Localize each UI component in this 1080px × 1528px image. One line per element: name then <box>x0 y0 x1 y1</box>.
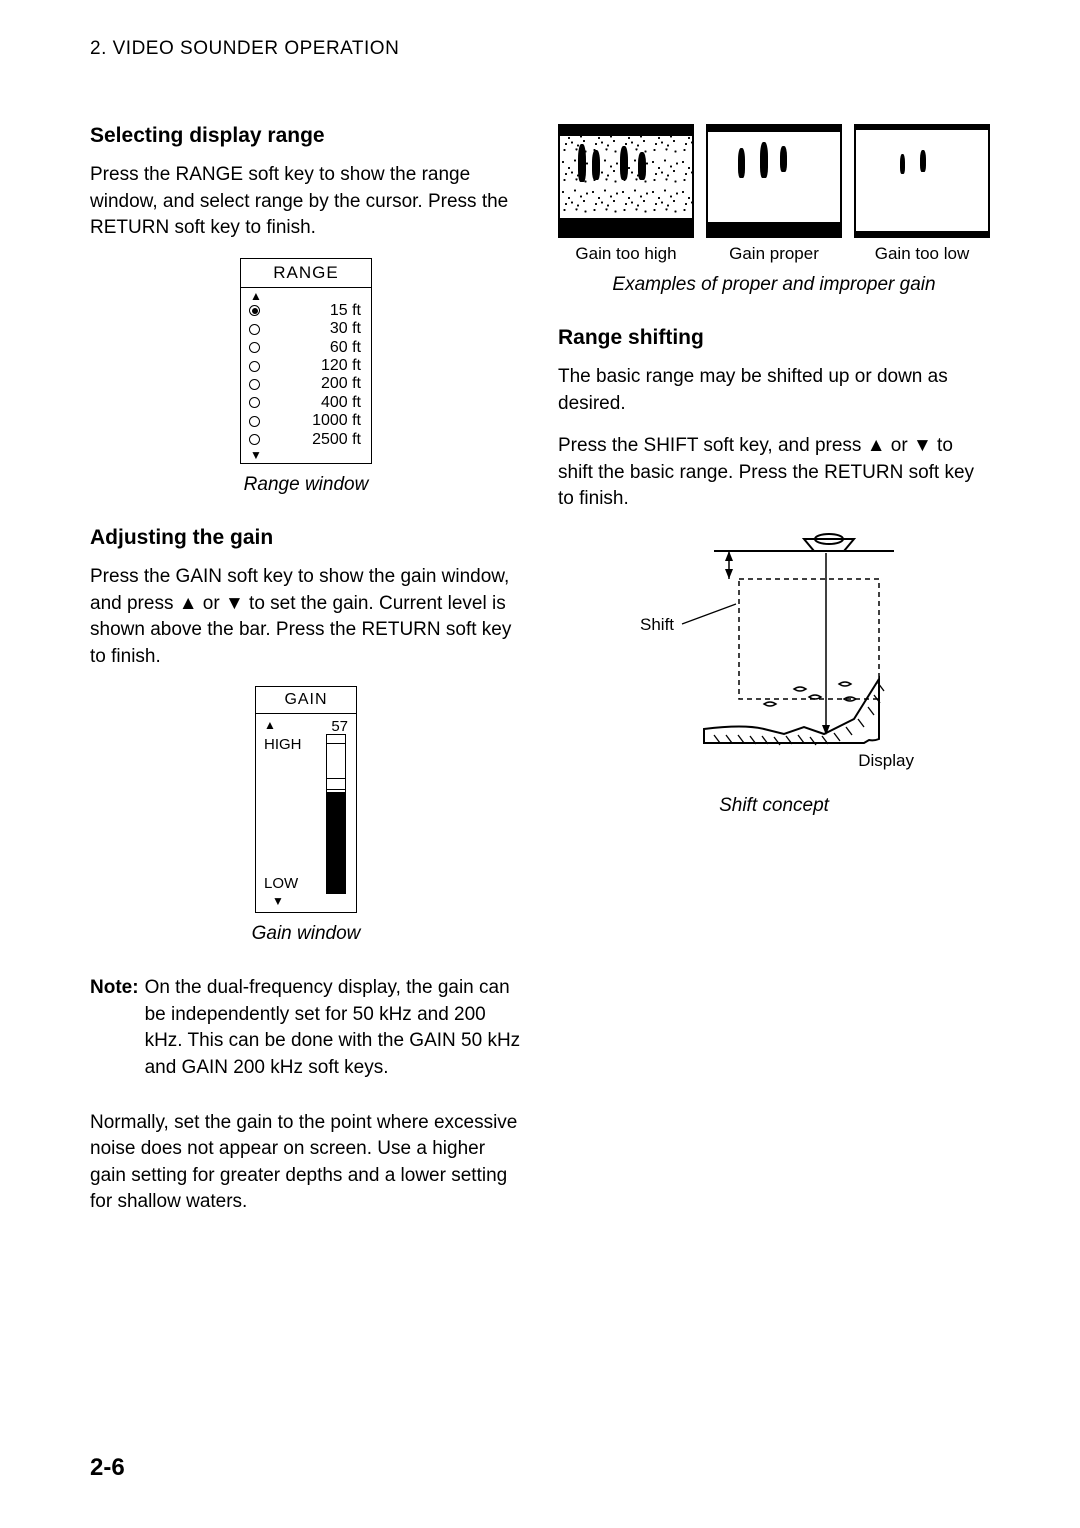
down-triangle-icon: ▼ <box>249 449 363 461</box>
shift-label: Shift <box>640 615 674 635</box>
gain-bar <box>326 736 346 894</box>
range-option: 60 ft <box>249 339 363 357</box>
radio-icon <box>249 361 260 372</box>
range-window-title: RANGE <box>241 259 371 288</box>
radio-icon <box>249 397 260 408</box>
para-shift-desc: The basic range may be shifted up or dow… <box>558 364 990 417</box>
caption-gain-window: Gain window <box>90 923 522 945</box>
radio-icon <box>249 416 260 427</box>
page-number: 2-6 <box>90 1454 125 1482</box>
range-value: 120 ft <box>265 357 363 375</box>
para-range-instructions: Press the RANGE soft key to show the ran… <box>90 162 522 242</box>
range-option: 30 ft <box>249 320 363 338</box>
gain-marker <box>326 734 346 744</box>
example-gain-proper <box>706 124 842 238</box>
gain-low-label: LOW <box>264 875 298 892</box>
gain-examples-row: Gain too high Gain proper <box>558 124 990 264</box>
range-value: 2500 ft <box>265 431 363 449</box>
gain-high-label: HIGH <box>264 736 302 753</box>
range-value: 1000 ft <box>265 412 363 430</box>
example-gain-too-high <box>558 124 694 238</box>
radio-icon <box>249 434 260 445</box>
down-triangle-icon: ▼ <box>272 894 284 908</box>
gain-window: GAIN ▲ 57 HIGH LOW ▼ <box>255 686 357 913</box>
range-option: 2500 ft <box>249 431 363 449</box>
range-value: 400 ft <box>265 394 363 412</box>
radio-icon <box>249 342 260 353</box>
para-shift-instructions: Press the SHIFT soft key, and press ▲ or… <box>558 433 990 513</box>
heading-adjusting-gain: Adjusting the gain <box>90 526 522 550</box>
shift-concept-diagram: Shift Display <box>644 529 904 789</box>
note-block: Note: On the dual-frequency display, the… <box>90 975 522 1081</box>
note-label: Note: <box>90 975 139 1081</box>
example-gain-too-low <box>854 124 990 238</box>
heading-selecting-range: Selecting display range <box>90 124 522 148</box>
right-column: Gain too high Gain proper <box>558 124 990 1232</box>
example-label-proper: Gain proper <box>706 244 842 264</box>
caption-range-window: Range window <box>90 474 522 496</box>
note-body: On the dual-frequency display, the gain … <box>145 975 522 1081</box>
heading-range-shifting: Range shifting <box>558 326 990 350</box>
radio-icon <box>249 305 260 316</box>
range-value: 200 ft <box>265 375 363 393</box>
up-triangle-icon: ▲ <box>249 290 363 302</box>
range-value: 15 ft <box>265 302 363 320</box>
range-option: 400 ft <box>249 394 363 412</box>
range-value: 30 ft <box>265 320 363 338</box>
radio-icon <box>249 324 260 335</box>
chapter-header: 2. VIDEO SOUNDER OPERATION <box>90 38 990 60</box>
example-label-low: Gain too low <box>854 244 990 264</box>
caption-gain-examples: Examples of proper and improper gain <box>558 274 990 296</box>
radio-icon <box>249 379 260 390</box>
range-value: 60 ft <box>265 339 363 357</box>
para-gain-instructions: Press the GAIN soft key to show the gain… <box>90 564 522 670</box>
range-window: RANGE ▲ 15 ft30 ft60 ft120 ft200 ft400 f… <box>240 258 372 464</box>
range-option: 1000 ft <box>249 412 363 430</box>
example-label-high: Gain too high <box>558 244 694 264</box>
gain-window-title: GAIN <box>256 687 356 714</box>
left-column: Selecting display range Press the RANGE … <box>90 124 522 1232</box>
caption-shift-concept: Shift concept <box>558 795 990 817</box>
gain-value: 57 <box>331 718 348 735</box>
range-option: 200 ft <box>249 375 363 393</box>
display-label: Display <box>858 751 914 771</box>
range-option: 15 ft <box>249 302 363 320</box>
para-gain-advice: Normally, set the gain to the point wher… <box>90 1110 522 1216</box>
range-option: 120 ft <box>249 357 363 375</box>
up-triangle-icon: ▲ <box>264 718 276 732</box>
